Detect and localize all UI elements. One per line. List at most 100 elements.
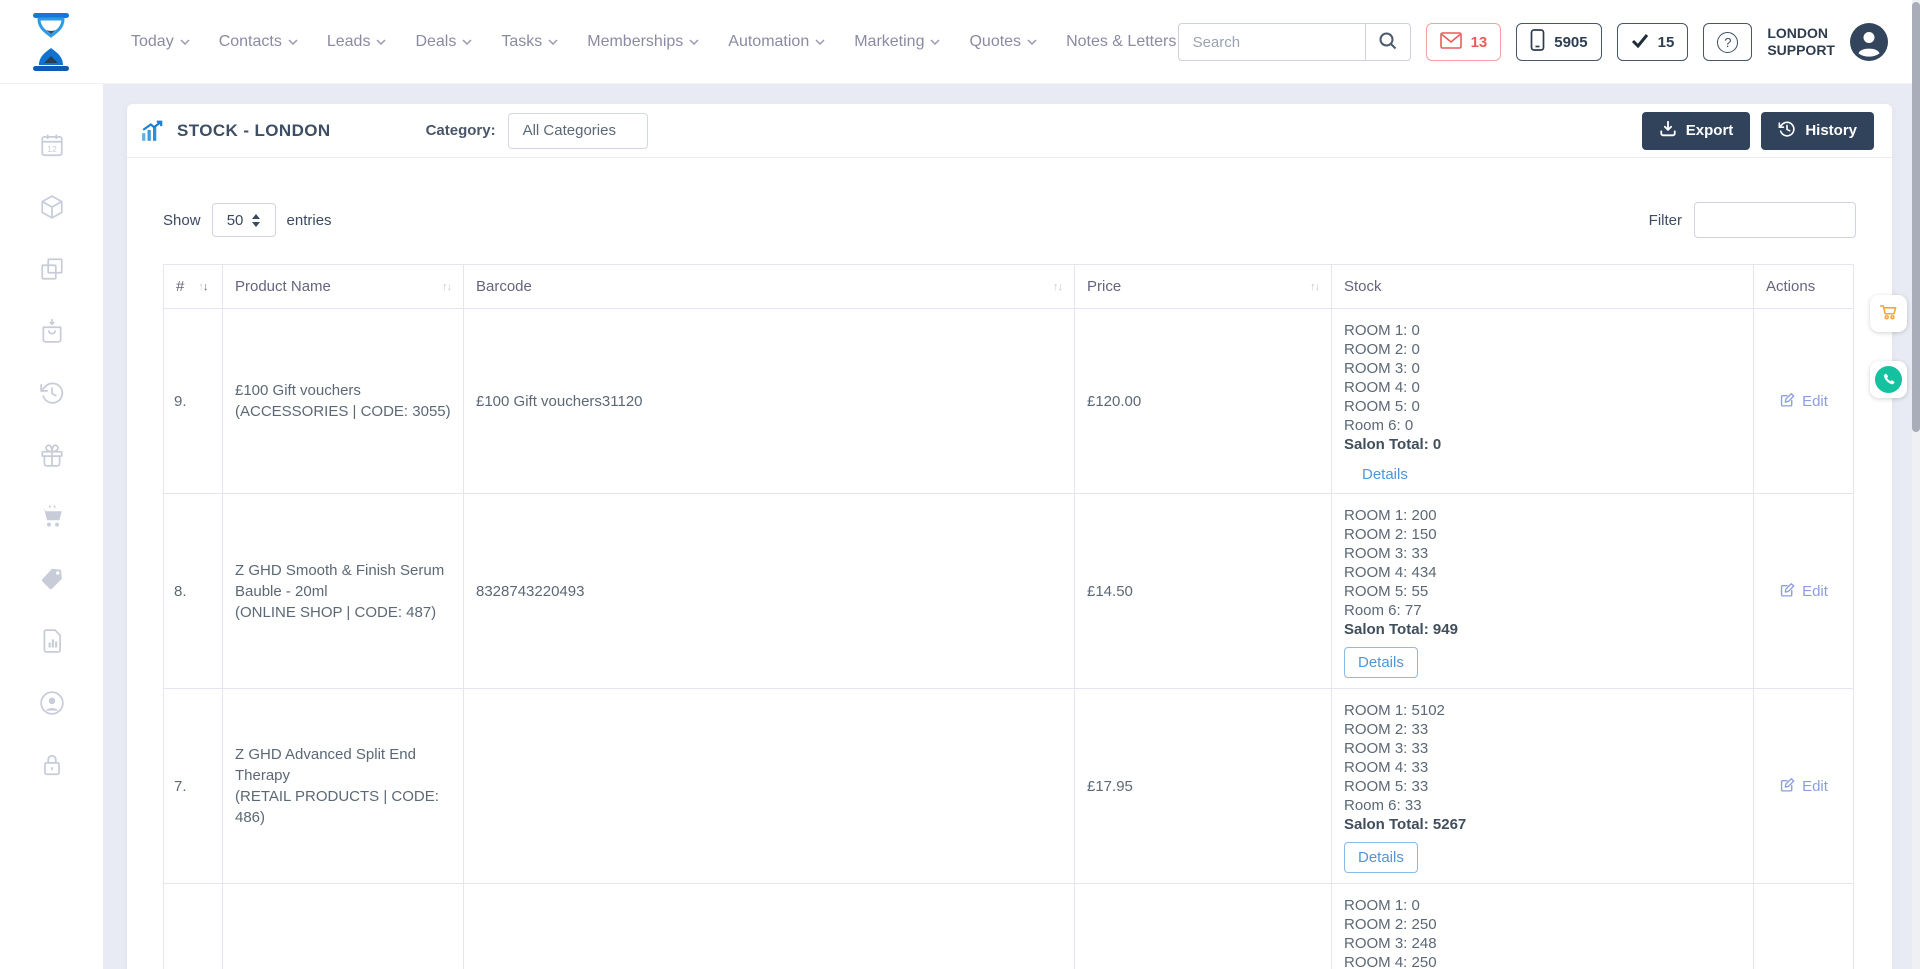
download-icon — [1659, 120, 1677, 142]
nav-item-marketing[interactable]: Marketing — [854, 33, 940, 51]
barcode-cell: £100 Gift vouchers31120 — [464, 309, 1075, 494]
cart-icon — [1878, 300, 1900, 327]
show-entries-group: Show 50 entries — [163, 203, 332, 237]
history-button[interactable]: History — [1761, 112, 1874, 150]
scrollbar-thumb[interactable] — [1912, 2, 1920, 432]
main-nav: Today Contacts Leads Deals Tasks Members… — [131, 33, 1356, 51]
stock-line: ROOM 4: 434 — [1344, 563, 1741, 582]
product-cell — [223, 884, 464, 969]
details-button[interactable]: Details — [1344, 842, 1418, 873]
row-number: 7. — [164, 689, 223, 884]
user-name-line2: SUPPORT — [1767, 42, 1835, 59]
mobile-icon — [1530, 29, 1545, 55]
stock-line: ROOM 1: 5102 — [1344, 701, 1741, 720]
header-stock: Stock — [1332, 265, 1754, 309]
edit-link[interactable]: Edit — [1779, 391, 1828, 412]
edit-link[interactable]: Edit — [1779, 776, 1828, 797]
tasks-badge[interactable]: 15 — [1617, 23, 1689, 61]
table-row: ROOM 1: 0 ROOM 2: 250 ROOM 3: 248 ROOM 4… — [164, 884, 1854, 969]
messages-badge[interactable]: 13 — [1426, 23, 1502, 61]
user-circle-icon[interactable] — [39, 690, 65, 716]
nav-label: Quotes — [969, 33, 1021, 51]
user-avatar[interactable] — [1850, 23, 1888, 61]
gift-icon[interactable] — [39, 442, 65, 468]
chevron-down-icon — [930, 39, 940, 45]
salon-total: Salon Total: 949 — [1344, 620, 1741, 639]
stock-card: STOCK - LONDON Category: All Categories … — [127, 104, 1892, 969]
nav-item-today[interactable]: Today — [131, 33, 190, 51]
chevron-down-icon — [689, 39, 699, 45]
salon-total: Salon Total: 0 — [1344, 435, 1741, 454]
topbar: Today Contacts Leads Deals Tasks Members… — [0, 0, 1920, 84]
stock-cell: ROOM 1: 0 ROOM 2: 0 ROOM 3: 0 ROOM 4: 0 … — [1332, 309, 1754, 494]
nav-item-contacts[interactable]: Contacts — [219, 33, 298, 51]
nav-item-notes-letters[interactable]: Notes & Letters — [1066, 33, 1192, 51]
table-row: 8. Z GHD Smooth & Finish Serum Bauble - … — [164, 494, 1854, 689]
calls-badge[interactable]: 5905 — [1516, 23, 1601, 61]
tag-icon[interactable] — [39, 566, 65, 592]
filter-input[interactable] — [1694, 202, 1856, 238]
category-select[interactable]: All Categories — [508, 113, 648, 149]
search-input[interactable] — [1178, 23, 1365, 61]
price-cell: £120.00 — [1075, 309, 1332, 494]
nav-item-quotes[interactable]: Quotes — [969, 33, 1037, 51]
bag-download-icon[interactable] — [39, 318, 65, 344]
stock-line: ROOM 5: 33 — [1344, 777, 1741, 796]
edit-icon — [1779, 581, 1796, 602]
call-button[interactable] — [1870, 361, 1907, 398]
stock-line: ROOM 5: 55 — [1344, 582, 1741, 601]
stock-line: ROOM 1: 200 — [1344, 506, 1741, 525]
product-cell: Z GHD Smooth & Finish Serum Bauble - 20m… — [223, 494, 464, 689]
cart-button[interactable] — [1870, 295, 1907, 332]
nav-item-memberships[interactable]: Memberships — [587, 33, 699, 51]
details-button[interactable]: Details — [1344, 647, 1418, 678]
search-icon — [1378, 31, 1398, 54]
edit-label: Edit — [1802, 393, 1828, 410]
edit-label: Edit — [1802, 583, 1828, 600]
page-size-select[interactable]: 50 — [212, 203, 276, 237]
user-name-line1: LONDON — [1767, 25, 1835, 42]
stock-cell: ROOM 1: 5102 ROOM 2: 33 ROOM 3: 33 ROOM … — [1332, 689, 1754, 884]
stock-line: ROOM 5: 0 — [1344, 397, 1741, 416]
details-link[interactable]: Details — [1362, 466, 1408, 483]
edit-link[interactable]: Edit — [1779, 581, 1828, 602]
help-badge[interactable]: ? — [1703, 23, 1752, 61]
header-barcode[interactable]: Barcode↑↓ — [464, 265, 1075, 309]
user-name: LONDON SUPPORT — [1767, 25, 1835, 59]
header-num-label: # — [176, 278, 184, 295]
product-category: (ONLINE SHOP | CODE: 487) — [235, 602, 451, 623]
stock-line: ROOM 2: 33 — [1344, 720, 1741, 739]
header-num[interactable]: #↑↓ — [164, 265, 223, 309]
export-button[interactable]: Export — [1642, 112, 1751, 150]
search-button[interactable] — [1365, 23, 1411, 61]
barcode-cell: 8328743220493 — [464, 494, 1075, 689]
report-icon[interactable] — [39, 628, 65, 654]
nav-item-leads[interactable]: Leads — [327, 33, 387, 51]
copy-icon[interactable] — [39, 256, 65, 282]
chart-icon — [141, 119, 167, 143]
scrollbar-track — [1912, 0, 1920, 969]
app-logo-hourglass-icon[interactable] — [31, 13, 71, 71]
header-product-name[interactable]: Product Name↑↓ — [223, 265, 464, 309]
nav-item-deals[interactable]: Deals — [415, 33, 472, 51]
nav-label: Memberships — [587, 33, 683, 51]
stock-cell: ROOM 1: 200 ROOM 2: 150 ROOM 3: 33 ROOM … — [1332, 494, 1754, 689]
history-label: History — [1805, 122, 1857, 139]
chevron-down-icon — [1027, 39, 1037, 45]
product-name: Z GHD Smooth & Finish Serum Bauble - 20m… — [235, 560, 451, 602]
lock-icon[interactable] — [39, 752, 65, 778]
stock-line: ROOM 2: 0 — [1344, 340, 1741, 359]
calendar-icon[interactable]: 12 — [39, 132, 65, 158]
chevron-down-icon — [548, 39, 558, 45]
history-icon[interactable] — [39, 380, 65, 406]
salon-total: Salon Total: 5267 — [1344, 815, 1741, 834]
nav-item-tasks[interactable]: Tasks — [501, 33, 558, 51]
price-cell — [1075, 884, 1332, 969]
cube-icon[interactable] — [39, 194, 65, 220]
header-price[interactable]: Price↑↓ — [1075, 265, 1332, 309]
edit-label: Edit — [1802, 778, 1828, 795]
chevron-down-icon — [815, 39, 825, 45]
nav-item-automation[interactable]: Automation — [728, 33, 825, 51]
cart-icon[interactable] — [39, 504, 65, 530]
table-row: 9. £100 Gift vouchers (ACCESSORIES | COD… — [164, 309, 1854, 494]
